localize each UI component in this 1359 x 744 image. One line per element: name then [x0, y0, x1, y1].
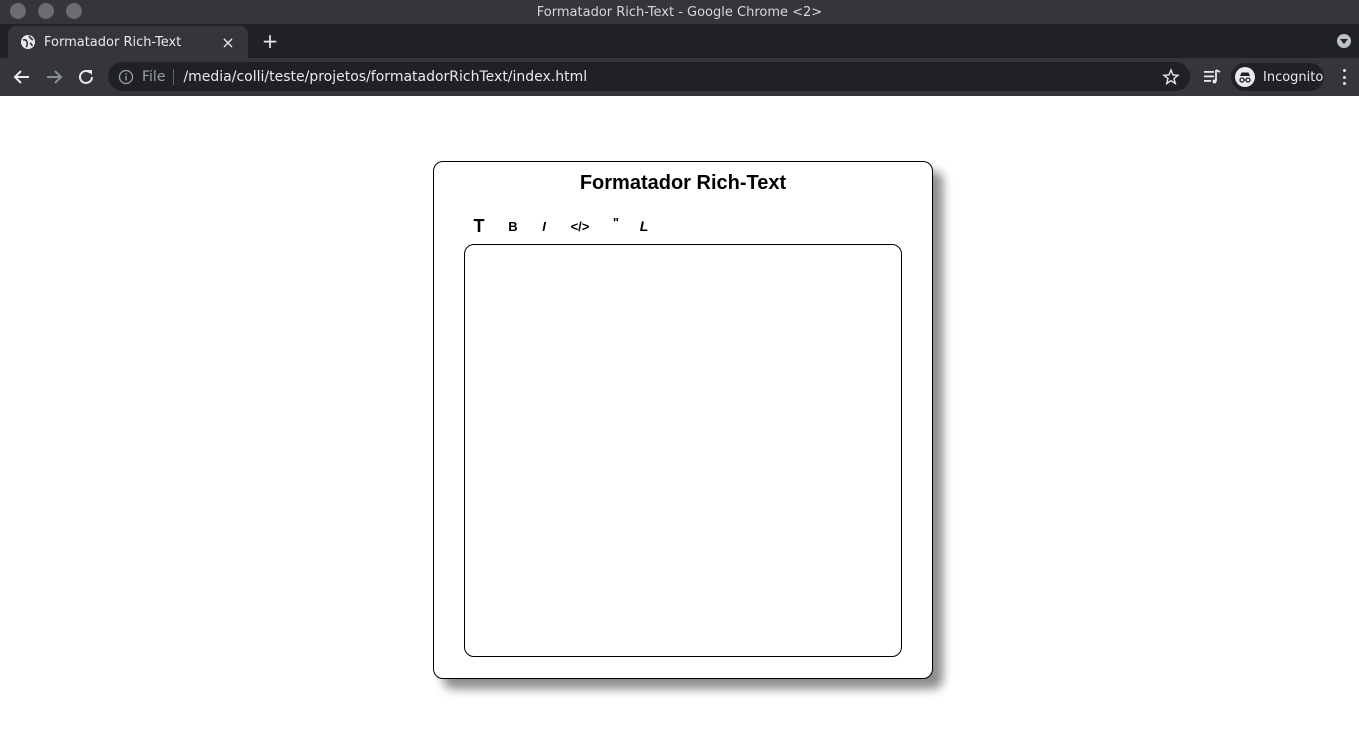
quote-format-button[interactable]: ": [611, 210, 621, 234]
reload-button[interactable]: [74, 65, 98, 89]
star-icon[interactable]: [1162, 67, 1180, 86]
media-controls-icon[interactable]: [1202, 67, 1222, 87]
window-title: Formatador Rich-Text - Google Chrome <2>: [536, 4, 823, 20]
tab-strip: Formatador Rich-Text × +: [0, 24, 1359, 58]
maximize-window-button[interactable]: [66, 3, 82, 19]
arrow-left-icon: [13, 70, 29, 84]
tab-title: Formatador Rich-Text: [44, 34, 182, 50]
menu-dot-icon: [1342, 82, 1346, 85]
code-format-button[interactable]: </>: [568, 214, 592, 238]
omnibox-divider: [173, 68, 175, 85]
reload-icon: [79, 69, 93, 84]
incognito-profile-button[interactable]: Incognito: [1231, 63, 1324, 91]
new-tab-button[interactable]: +: [260, 31, 280, 52]
close-window-button[interactable]: [10, 3, 26, 19]
menu-dot-icon: [1342, 69, 1346, 72]
menu-dot-icon: [1342, 75, 1346, 79]
italic-format-button[interactable]: I: [539, 214, 549, 238]
page-title: Formatador Rich-Text: [579, 172, 787, 194]
back-button[interactable]: [10, 65, 34, 89]
url-text[interactable]: /media/colli/teste/projetos/formatadorRi…: [183, 69, 1162, 85]
arrow-right-icon: [47, 70, 63, 84]
tab-close-icon[interactable]: ×: [220, 33, 236, 52]
link-format-button[interactable]: L: [638, 214, 650, 238]
file-scheme-label: File: [142, 68, 166, 85]
info-icon[interactable]: [118, 69, 134, 85]
forward-button[interactable]: [42, 65, 66, 89]
incognito-label: Incognito: [1263, 69, 1324, 85]
address-bar[interactable]: File /media/colli/teste/projetos/formata…: [108, 62, 1190, 91]
browser-menu-button[interactable]: [1336, 67, 1352, 87]
title-format-button[interactable]: T: [472, 214, 486, 238]
minimize-window-button[interactable]: [38, 3, 54, 19]
bold-format-button[interactable]: B: [506, 214, 520, 238]
window-controls: [10, 3, 82, 19]
browser-toolbar: File /media/colli/teste/projetos/formata…: [0, 58, 1359, 96]
tab-formatador[interactable]: Formatador Rich-Text ×: [8, 26, 248, 58]
tab-search-button[interactable]: [1337, 34, 1351, 48]
editor-card: Formatador Rich-Text T B I </> " L: [433, 161, 933, 679]
globe-icon: [21, 35, 35, 49]
incognito-icon: [1235, 67, 1255, 87]
window-titlebar: Formatador Rich-Text - Google Chrome <2>: [0, 0, 1359, 24]
rich-text-editor[interactable]: [464, 244, 902, 657]
